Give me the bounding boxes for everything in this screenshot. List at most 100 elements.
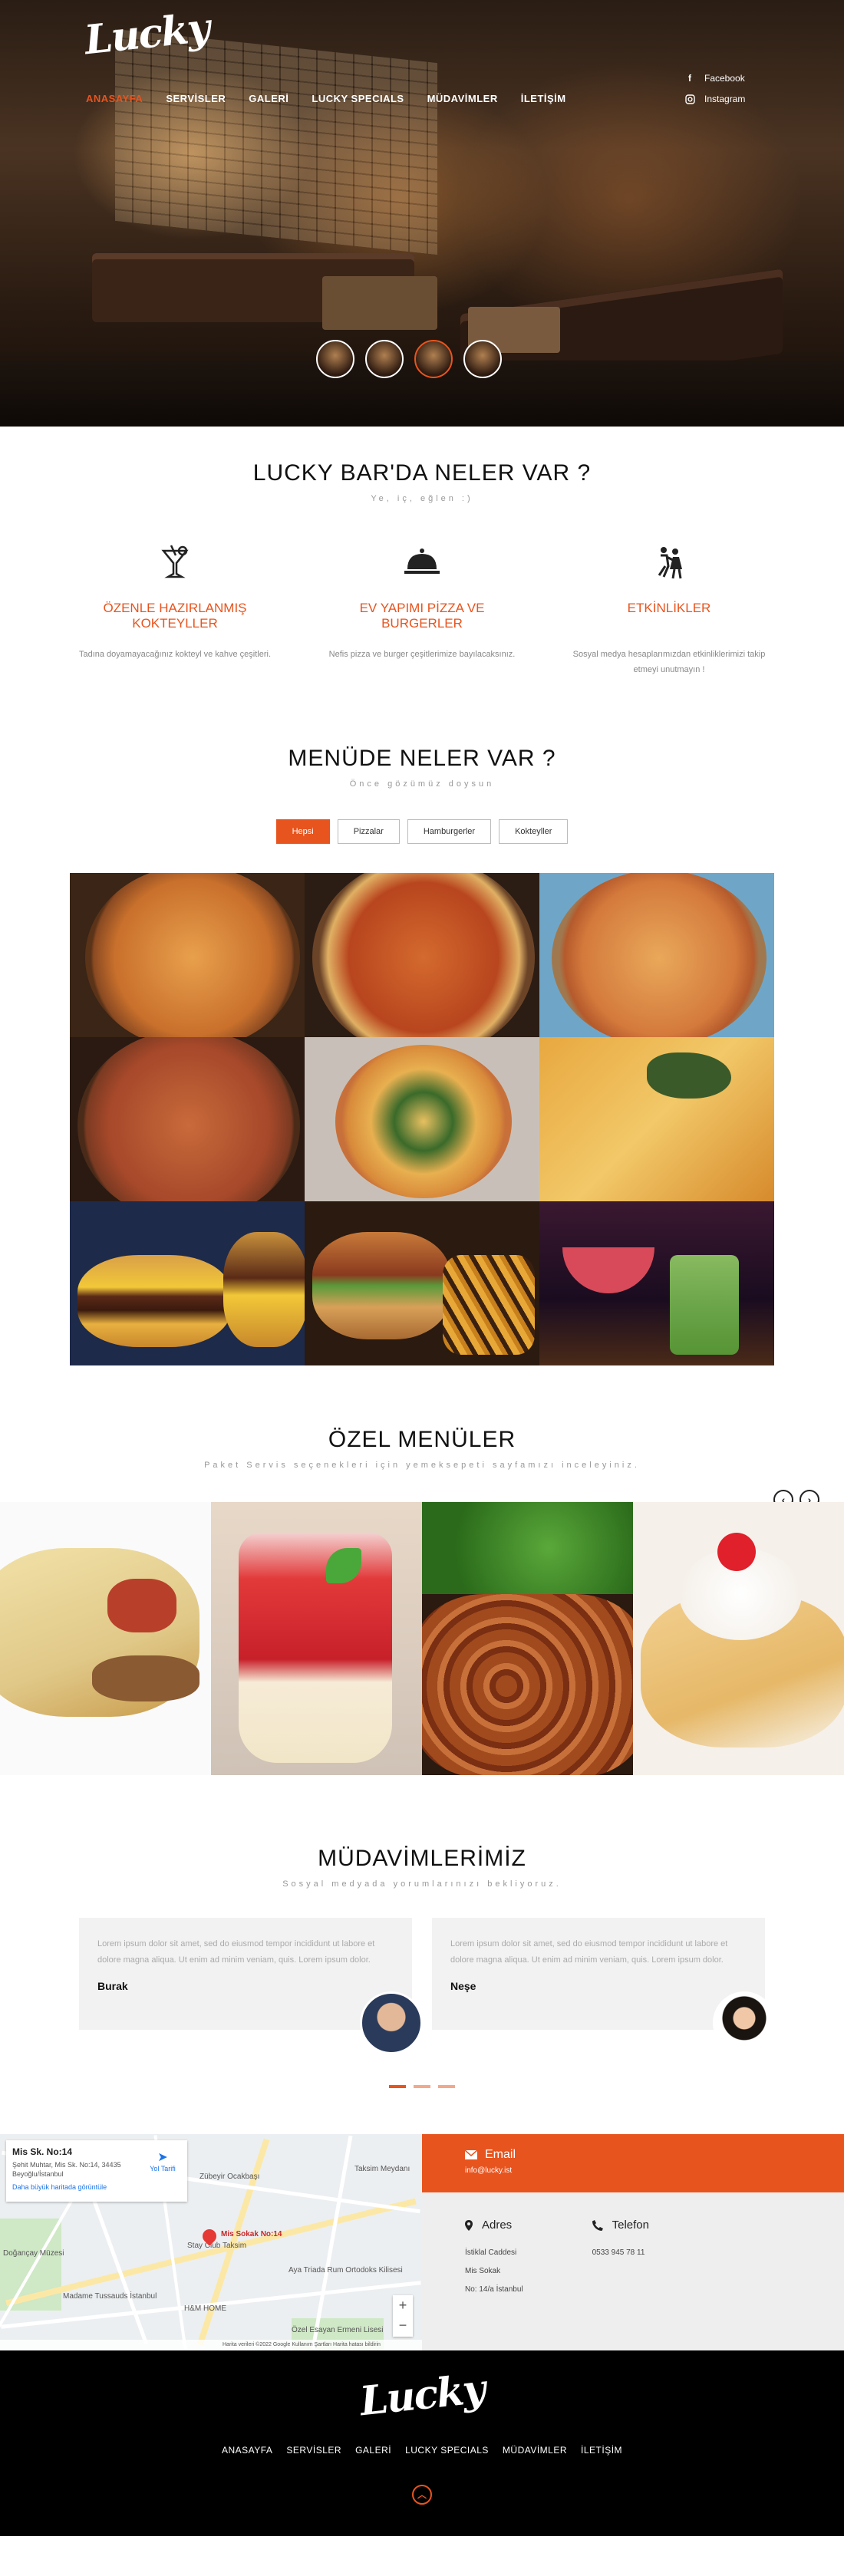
carousel-slide-wrap[interactable] [0, 1502, 211, 1775]
facebook-icon: f [688, 73, 691, 84]
chevron-up-icon[interactable]: ︿ [412, 2485, 432, 2505]
nav-item-galeri[interactable]: GALERİ [249, 93, 288, 104]
phone-value[interactable]: 0533 945 78 11 [592, 2244, 649, 2262]
map-attribution: Harita verileri ©2022 Google Kullanım Şa… [0, 2340, 422, 2350]
contact-section: Taksim Meydanı Doğançay Müzesi Stay Club… [0, 2134, 844, 2350]
footer-nav-servisler[interactable]: SERVİSLER [286, 2445, 341, 2456]
gallery-item-burger[interactable] [70, 1201, 305, 1365]
footer-nav-iletisim[interactable]: İLETİŞİM [581, 2445, 622, 2456]
carousel-slide-crepe[interactable] [633, 1502, 844, 1775]
pagination-dot[interactable] [389, 2085, 406, 2088]
email-value[interactable]: info@lucky.ist [465, 2166, 801, 2175]
map-label: Taksim Meydanı [354, 2165, 410, 2173]
menu-subtitle: Önce gözümüz doysun [349, 779, 495, 789]
gallery-item-pizza[interactable] [305, 1037, 539, 1201]
pagination-dot[interactable] [438, 2085, 455, 2088]
gallery-item-cocktail[interactable] [539, 1201, 774, 1365]
nav-item-iletisim[interactable]: İLETİŞİM [521, 93, 566, 104]
hero-slider-thumbs [316, 340, 502, 378]
filter-hamburgerler[interactable]: Hamburgerler [407, 819, 492, 844]
menu-title: MENÜDE NELER VAR ? [288, 746, 556, 771]
nav-item-lucky-specials[interactable]: LUCKY SPECIALS [312, 93, 404, 104]
google-map[interactable]: Taksim Meydanı Doğançay Müzesi Stay Club… [0, 2134, 422, 2350]
phone-icon [592, 2219, 603, 2231]
filter-kokteyller[interactable]: Kokteyller [499, 819, 569, 844]
map-info-card: Mis Sk. No:14 Şehit Muhtar, Mis Sk. No:1… [6, 2140, 187, 2202]
footer-nav-galeri[interactable]: GALERİ [355, 2445, 391, 2456]
carousel-slide-chicken[interactable] [422, 1502, 633, 1775]
footer-nav-lucky-specials[interactable]: LUCKY SPECIALS [405, 2445, 489, 2456]
address-label: Adres [482, 2219, 513, 2232]
testimonials-subtitle: Sosyal medyada yorumlarınızı bekliyoruz. [282, 1879, 562, 1889]
special-menus-carousel [0, 1502, 844, 1775]
feature-text: Tadına doyamayacağınız kokteyl ve kahve … [78, 650, 272, 659]
cocktail-icon [161, 545, 189, 578]
features-section: LUCKY BAR'DA NELER VAR ? Ye, iç, eğlen :… [0, 427, 844, 718]
avatar [713, 1991, 776, 2054]
carousel-slide-dessert[interactable] [211, 1502, 422, 1775]
footer-nav: ANASAYFA SERVİSLER GALERİ LUCKY SPECIALS… [0, 2445, 844, 2456]
feature-text: Nefis pizza ve burger çeşitlerimize bayı… [328, 650, 516, 659]
main-nav: ANASAYFA SERVİSLER GALERİ LUCKY SPECIALS… [86, 93, 566, 104]
zoom-out-button[interactable]: − [393, 2315, 413, 2335]
pagination-dot[interactable] [414, 2085, 430, 2088]
testimonial-card: Lorem ipsum dolor sit amet, sed do eiusm… [79, 1918, 423, 2054]
footer-logo[interactable]: Lucky [358, 2366, 486, 2426]
map-label: H&M HOME [184, 2304, 226, 2313]
facebook-label: Facebook [704, 73, 745, 84]
special-menus-title: ÖZEL MENÜLER [328, 1427, 516, 1452]
gallery-item-pizza[interactable] [70, 873, 305, 1037]
zoom-in-button[interactable]: + [393, 2295, 413, 2315]
gallery-item-burger[interactable] [305, 1201, 539, 1365]
gallery-item-pizza[interactable] [70, 1037, 305, 1201]
directions-button[interactable]: ➤ Yol Tarifi [147, 2149, 178, 2172]
slider-thumb[interactable] [463, 340, 502, 378]
address-block: Adres İstiklal Caddesi Mis Sokak No: 14/… [465, 2219, 523, 2324]
instagram-link[interactable]: Instagram [684, 94, 745, 104]
feature-title: EV YAPIMI PİZZA VE BURGERLER [359, 601, 485, 631]
special-menus-section: ÖZEL MENÜLER Paket Servis seçenekleri iç… [0, 1365, 844, 1775]
features-subtitle: Ye, iç, eğlen :) [371, 494, 473, 503]
filter-pizzalar[interactable]: Pizzalar [337, 819, 400, 844]
address-line: No: 14/a İstanbul [465, 2285, 523, 2294]
footer-nav-mudavimler[interactable]: MÜDAVİMLER [503, 2445, 567, 2456]
map-zoom-control: + − [393, 2295, 413, 2337]
menu-filters: Hepsi Pizzalar Hamburgerler Kokteyller [0, 819, 844, 844]
map-larger-link[interactable]: Daha büyük haritada görüntüle [12, 2183, 181, 2191]
nav-item-servisler[interactable]: SERVİSLER [166, 93, 226, 104]
testimonial-card: Lorem ipsum dolor sit amet, sed do eiusm… [432, 1918, 776, 2054]
gallery-item-pizza[interactable] [539, 873, 774, 1037]
directions-label: Yol Tarifi [150, 2165, 176, 2172]
envelope-icon [465, 2150, 477, 2159]
nav-item-anasayfa[interactable]: ANASAYFA [86, 93, 143, 104]
map-pin-label: Mis Sokak No:14 [221, 2230, 282, 2238]
slider-thumb-active[interactable] [414, 340, 453, 378]
testimonial-pagination [0, 2085, 844, 2088]
gallery-item-pizza[interactable] [539, 1037, 774, 1201]
hero-stone-wall [115, 28, 437, 255]
nav-item-mudavimler[interactable]: MÜDAVİMLER [427, 93, 498, 104]
gallery-item-pizza[interactable] [305, 873, 539, 1037]
testimonial-text: Lorem ipsum dolor sit amet, sed do eiusm… [97, 1939, 375, 1965]
map-label: Doğançay Müzesi [3, 2249, 64, 2258]
dancing-icon [658, 547, 682, 579]
footer-nav-anasayfa[interactable]: ANASAYFA [222, 2445, 272, 2456]
features-title: LUCKY BAR'DA NELER VAR ? [252, 460, 592, 486]
location-pin-icon [465, 2219, 473, 2231]
map-card-address: Şehit Muhtar, Mis Sk. No:14, 34435 Beyoğ… [12, 2161, 121, 2178]
slider-thumb[interactable] [316, 340, 354, 378]
contact-info: Email info@lucky.ist Adres İstiklal Cadd… [422, 2134, 844, 2350]
filter-hepsi[interactable]: Hepsi [275, 819, 330, 844]
phone-block: Telefon 0533 945 78 11 [592, 2219, 649, 2324]
feature-text: Sosyal medya hesaplarımızdan etkinlikler… [572, 650, 766, 674]
special-menus-subtitle: Paket Servis seçenekleri için yemeksepet… [204, 1461, 640, 1470]
slider-thumb[interactable] [365, 340, 404, 378]
facebook-link[interactable]: f Facebook [684, 73, 745, 84]
avatar [360, 1991, 423, 2054]
cloche-icon [404, 548, 440, 574]
hero-banner: Lucky ANASAYFA SERVİSLER GALERİ LUCKY SP… [0, 0, 844, 427]
site-footer: Lucky ANASAYFA SERVİSLER GALERİ LUCKY SP… [0, 2350, 844, 2536]
hero-table [322, 276, 437, 330]
map-label: Madame Tussauds İstanbul [63, 2292, 157, 2301]
map-label: Aya Triada Rum Ortodoks Kilisesi [288, 2266, 403, 2275]
